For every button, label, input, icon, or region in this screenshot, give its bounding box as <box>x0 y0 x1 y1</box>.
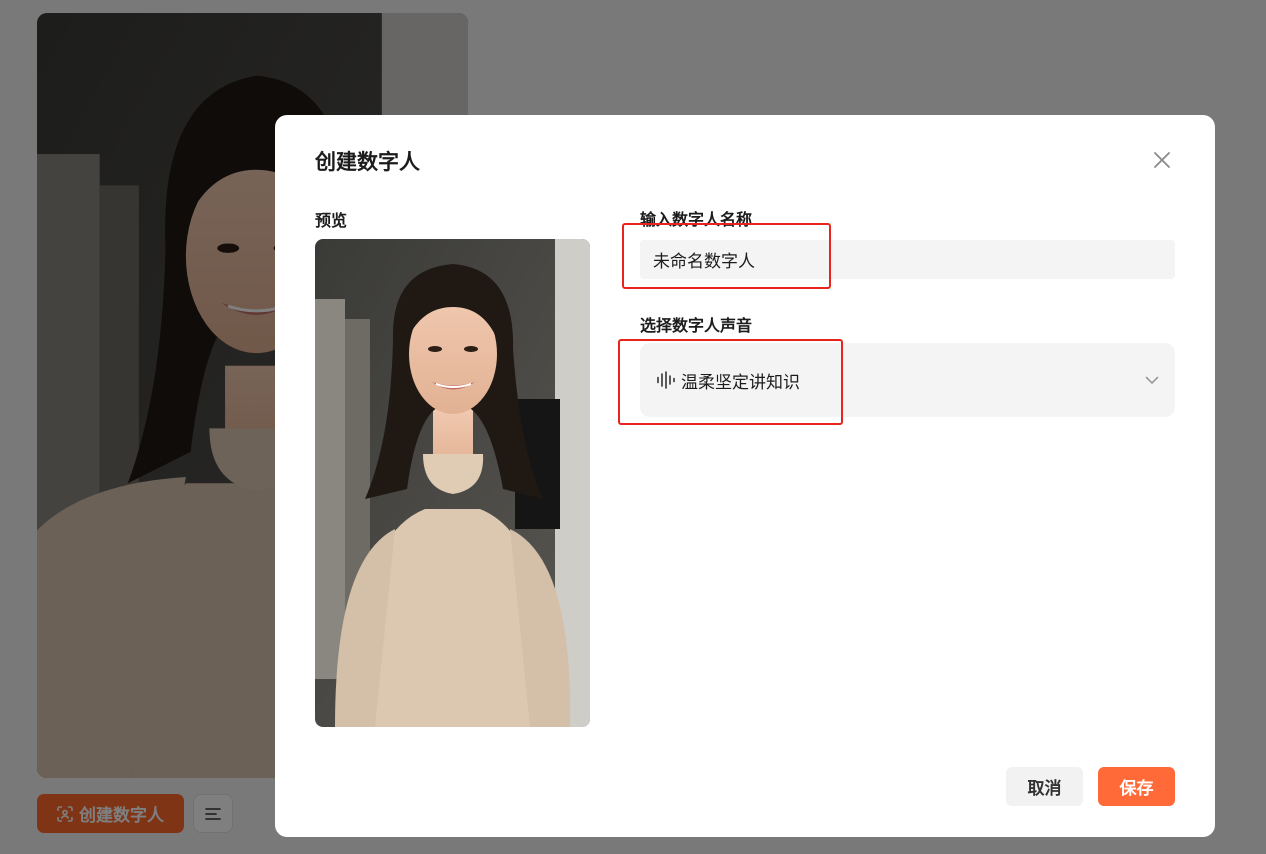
save-button[interactable]: 保存 <box>1098 767 1175 806</box>
voice-field-label: 选择数字人声音 <box>640 316 753 335</box>
sound-wave-icon <box>656 371 675 389</box>
name-input[interactable] <box>640 240 1175 279</box>
chevron-down-icon <box>1145 376 1159 385</box>
close-button[interactable] <box>1149 147 1175 173</box>
close-icon <box>1153 151 1171 169</box>
dialog-title: 创建数字人 <box>315 150 420 174</box>
preview-label: 预览 <box>315 211 348 230</box>
preview-image <box>315 239 590 727</box>
create-digital-human-dialog: 创建数字人 预览 输入数字人名称 未命名数字人 选择数字人声音 温柔坚定讲知识 … <box>275 115 1215 837</box>
voice-select[interactable]: 温柔坚定讲知识 <box>640 343 1175 417</box>
selected-voice: 温柔坚定讲知识 <box>681 372 800 393</box>
name-field-label: 输入数字人名称 <box>640 210 753 229</box>
cancel-button[interactable]: 取消 <box>1006 767 1083 806</box>
